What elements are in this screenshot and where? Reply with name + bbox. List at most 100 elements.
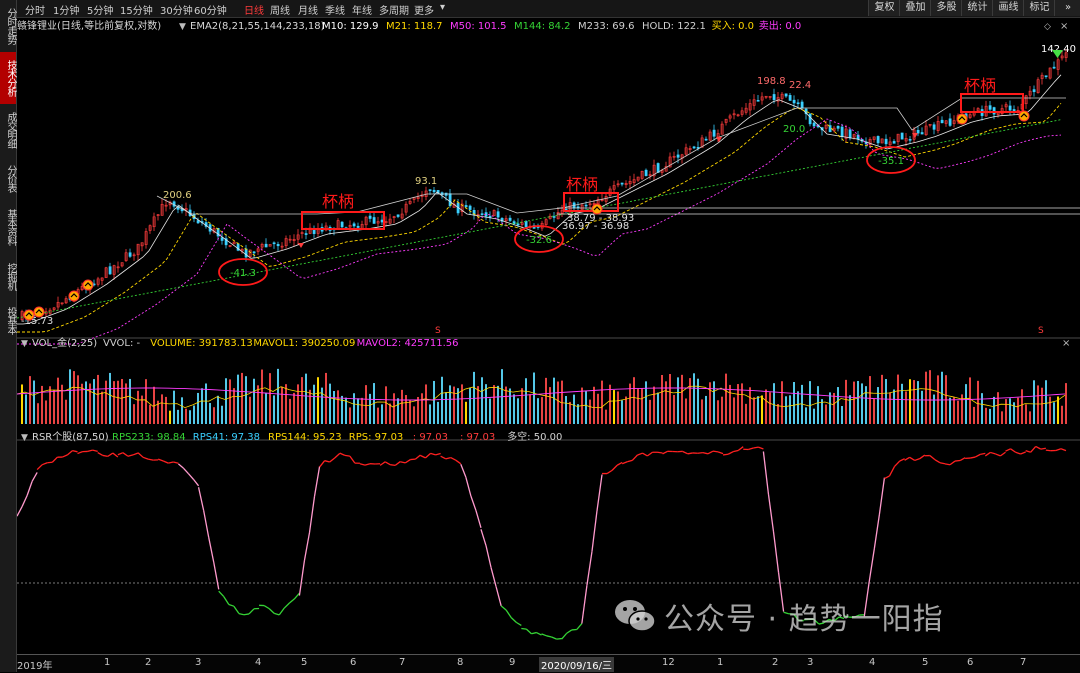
rsr-segment	[244, 614, 249, 615]
candle-body	[469, 206, 471, 210]
volume-bar	[909, 379, 911, 424]
volume-bar	[129, 379, 131, 424]
close-icon: ×	[1060, 21, 1068, 32]
candle-body	[989, 106, 991, 110]
volume-bar	[873, 399, 875, 424]
volume-bar	[25, 394, 27, 424]
candle-body	[197, 221, 199, 223]
candle-body	[993, 108, 995, 115]
volume-bar	[761, 395, 763, 424]
x-tick-9: 9	[509, 657, 515, 668]
volume-bar	[437, 402, 439, 424]
left-tab-4[interactable]: 基本资料	[0, 200, 16, 254]
toolbar-button-5[interactable]: 标记	[1023, 0, 1055, 16]
toolbar-button-1[interactable]: 叠加	[899, 0, 931, 16]
volume-bar	[645, 381, 647, 424]
volume-bar	[997, 392, 999, 424]
period-0[interactable]: 分时	[25, 2, 45, 17]
ema-value-6: 买入: 0.0	[712, 20, 754, 32]
volume-bar	[505, 387, 507, 424]
vol-value-3: MAVOL2: 425711.56	[357, 338, 459, 349]
volume-bar	[493, 385, 495, 424]
volume-bar	[429, 404, 431, 424]
period-10[interactable]: 年线	[352, 2, 372, 17]
period-11[interactable]: 多周期	[379, 2, 409, 17]
volume-bar	[529, 394, 531, 424]
volume-bar	[21, 384, 23, 424]
left-tab-1[interactable]: 技术分析	[0, 52, 16, 104]
candle-body	[1033, 90, 1035, 92]
volume-bar	[509, 388, 511, 424]
toolbar-button-3[interactable]: 统计	[961, 0, 993, 16]
volume-bar	[785, 396, 787, 424]
period-6[interactable]: 日线	[244, 2, 264, 17]
volume-bar	[741, 383, 743, 424]
volume-bar	[525, 378, 527, 424]
volume-bar	[1045, 380, 1047, 424]
rsr-segment	[698, 453, 703, 454]
period-4[interactable]: 30分钟	[160, 2, 193, 17]
volume-bar	[989, 409, 991, 424]
volume-bar	[1029, 411, 1031, 424]
period-7[interactable]: 周线	[270, 2, 290, 17]
period-5[interactable]: 60分钟	[194, 2, 227, 17]
volume-bar	[585, 391, 587, 424]
volume-bar	[929, 370, 931, 424]
candle-body	[813, 123, 815, 126]
expand-icon[interactable]: »	[1054, 0, 1080, 16]
volume-bar	[485, 384, 487, 424]
toolbar-button-0[interactable]: 复权	[868, 0, 900, 16]
volume-bar	[1017, 398, 1019, 424]
volume-bar	[365, 385, 367, 424]
period-9[interactable]: 季线	[325, 2, 345, 17]
volume-bar	[729, 385, 731, 424]
left-tab-6[interactable]: 投基本	[0, 298, 16, 342]
volume-bar	[325, 373, 327, 424]
price-label-4: 20.0	[783, 124, 805, 135]
volume-bar	[1061, 406, 1063, 424]
volume-bar	[889, 392, 891, 424]
volume-bar	[625, 397, 627, 424]
volume-bar	[337, 390, 339, 424]
volume-bar	[217, 396, 219, 424]
volume-bar	[637, 389, 639, 424]
volume-bar	[209, 403, 211, 424]
toolbar-button-2[interactable]: 多股	[930, 0, 962, 16]
level-label-1: 36.97 - 36.98	[562, 221, 629, 232]
left-tab-3[interactable]: 分价表	[0, 156, 16, 200]
period-12[interactable]: 更多	[414, 2, 434, 17]
candle-body	[253, 252, 255, 253]
watermark-text: 公众号 · 趋势一阳指	[664, 594, 944, 638]
left-tab-0[interactable]: 分时走势	[0, 0, 16, 52]
volume-bar	[189, 410, 191, 424]
candle-body	[489, 216, 491, 217]
volume-bar	[905, 391, 907, 424]
vol-close-icon: ×	[1062, 338, 1070, 349]
period-1[interactable]: 1分钟	[53, 2, 79, 17]
rsr-segment	[521, 629, 526, 630]
cup-handle-label-2: 杯柄	[964, 76, 996, 95]
toolbar-button-4[interactable]: 画线	[992, 0, 1024, 16]
period-3[interactable]: 15分钟	[120, 2, 153, 17]
candle-body	[273, 243, 275, 244]
left-tab-2[interactable]: 成交明细	[0, 104, 16, 156]
volume-bar	[917, 381, 919, 424]
volume-bar	[1037, 385, 1039, 424]
period-2[interactable]: 5分钟	[87, 2, 113, 17]
left-tab-5[interactable]: 挖掘机	[0, 254, 16, 298]
ema-title: EMA2(8,21,55,144,233,18)	[190, 21, 325, 32]
volume-bar	[253, 379, 255, 424]
volume-bar	[1025, 404, 1027, 424]
candle-body	[941, 120, 943, 123]
price-label-0: 200.6	[163, 190, 192, 201]
volume-bar	[861, 383, 863, 424]
volume-bar	[837, 387, 839, 424]
volume-bar	[193, 406, 195, 424]
x-tick-15: 4	[869, 657, 875, 668]
volume-bar	[597, 394, 599, 424]
volume-bar	[797, 391, 799, 424]
more-chevron-icon[interactable]: ▾	[440, 2, 445, 13]
volume-bar	[305, 374, 307, 424]
period-8[interactable]: 月线	[298, 2, 318, 17]
volume-bar	[101, 392, 103, 424]
